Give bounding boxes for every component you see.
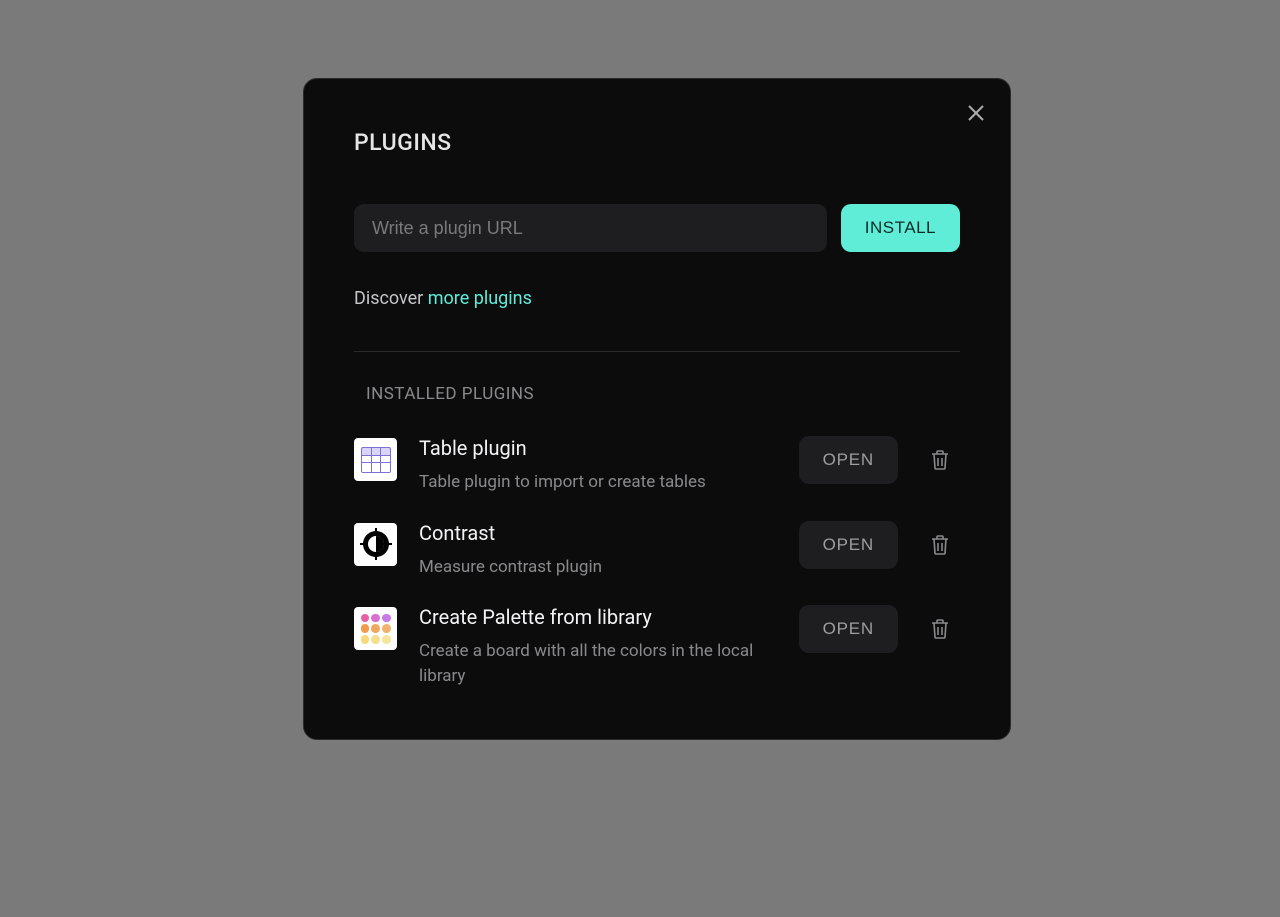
contrast-icon bbox=[360, 528, 392, 560]
plugin-text: Contrast Measure contrast plugin bbox=[419, 521, 777, 580]
plugin-name: Contrast bbox=[419, 521, 777, 545]
plugin-icon bbox=[354, 607, 397, 650]
plugin-name: Create Palette from library bbox=[419, 605, 777, 629]
palette-dot bbox=[361, 624, 370, 633]
trash-icon bbox=[930, 449, 950, 471]
plugin-list: Table plugin Table plugin to import or c… bbox=[354, 436, 960, 689]
delete-button[interactable] bbox=[920, 521, 960, 569]
plugin-url-input[interactable] bbox=[354, 204, 827, 252]
install-button[interactable]: INSTALL bbox=[841, 204, 960, 252]
delete-button[interactable] bbox=[920, 436, 960, 484]
discover-text: Discover more plugins bbox=[354, 288, 960, 309]
plugins-dialog: PLUGINS INSTALL Discover more plugins IN… bbox=[303, 78, 1011, 740]
delete-button[interactable] bbox=[920, 605, 960, 653]
close-icon bbox=[967, 104, 985, 122]
plugin-icon bbox=[354, 523, 397, 566]
open-button[interactable]: OPEN bbox=[799, 521, 898, 569]
plugin-description: Create a board with all the colors in th… bbox=[419, 639, 777, 688]
palette-dot bbox=[382, 635, 391, 644]
plugin-name: Table plugin bbox=[419, 436, 777, 460]
installed-heading: INSTALLED PLUGINS bbox=[366, 384, 960, 404]
palette-dot bbox=[361, 614, 370, 623]
open-button[interactable]: OPEN bbox=[799, 436, 898, 484]
palette-dot bbox=[361, 635, 370, 644]
plugin-item: Contrast Measure contrast plugin OPEN bbox=[354, 521, 960, 580]
plugin-icon bbox=[354, 438, 397, 481]
palette-dot bbox=[371, 624, 380, 633]
divider bbox=[354, 351, 960, 352]
plugin-item: Create Palette from library Create a boa… bbox=[354, 605, 960, 688]
palette-dot bbox=[371, 614, 380, 623]
open-button[interactable]: OPEN bbox=[799, 605, 898, 653]
more-plugins-link[interactable]: more plugins bbox=[428, 288, 532, 309]
plugin-text: Create Palette from library Create a boa… bbox=[419, 605, 777, 688]
plugin-description: Measure contrast plugin bbox=[419, 555, 777, 580]
trash-icon bbox=[930, 618, 950, 640]
close-button[interactable] bbox=[962, 99, 990, 127]
trash-icon bbox=[930, 534, 950, 556]
plugin-item: Table plugin Table plugin to import or c… bbox=[354, 436, 960, 495]
palette-icon bbox=[361, 614, 391, 644]
palette-dot bbox=[371, 635, 380, 644]
table-icon bbox=[361, 447, 391, 473]
discover-prefix: Discover bbox=[354, 288, 428, 309]
dialog-title: PLUGINS bbox=[354, 129, 960, 156]
palette-dot bbox=[382, 614, 391, 623]
palette-dot bbox=[382, 624, 391, 633]
plugin-description: Table plugin to import or create tables bbox=[419, 470, 777, 495]
plugin-text: Table plugin Table plugin to import or c… bbox=[419, 436, 777, 495]
install-row: INSTALL bbox=[354, 204, 960, 252]
